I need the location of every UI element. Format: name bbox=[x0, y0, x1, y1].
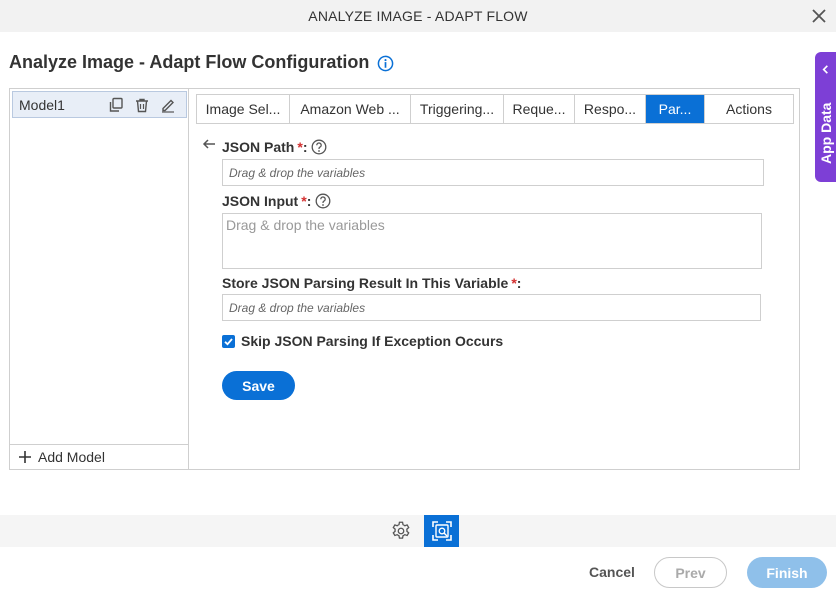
configuration-panel: Model1 Add Model Image Sel... Amazon Web… bbox=[9, 88, 800, 470]
tab-request[interactable]: Reque... bbox=[504, 95, 575, 123]
tab-response[interactable]: Respo... bbox=[575, 95, 646, 123]
json-path-label: JSON Path *: bbox=[222, 139, 327, 155]
label-colon: : bbox=[516, 275, 522, 291]
save-button[interactable]: Save bbox=[222, 371, 295, 400]
store-result-label-text: Store JSON Parsing Result In This Variab… bbox=[222, 275, 509, 291]
analyze-image-button[interactable] bbox=[424, 515, 459, 547]
back-arrow-icon[interactable] bbox=[202, 137, 216, 151]
page-title: Analyze Image - Adapt Flow Configuration bbox=[9, 52, 370, 72]
info-icon[interactable] bbox=[377, 55, 394, 72]
help-icon[interactable] bbox=[315, 193, 331, 209]
json-input-textarea[interactable]: Drag & drop the variables bbox=[222, 213, 762, 269]
model-list: Model1 Add Model bbox=[10, 89, 189, 469]
tab-parse[interactable]: Par... bbox=[646, 95, 705, 123]
skip-exception-checkbox[interactable]: Skip JSON Parsing If Exception Occurs bbox=[222, 333, 503, 349]
bottom-toolbar bbox=[0, 515, 836, 547]
gear-icon[interactable] bbox=[390, 520, 412, 542]
json-input-label: JSON Input *: bbox=[222, 193, 331, 209]
delete-icon[interactable] bbox=[134, 97, 150, 113]
label-colon: : bbox=[302, 139, 308, 155]
tab-amazon-web-services[interactable]: Amazon Web ... bbox=[290, 95, 411, 123]
plus-icon bbox=[19, 451, 31, 463]
skip-exception-label: Skip JSON Parsing If Exception Occurs bbox=[241, 333, 504, 349]
copy-icon[interactable] bbox=[108, 97, 124, 113]
help-icon[interactable] bbox=[311, 139, 327, 155]
tab-triggering[interactable]: Triggering... bbox=[411, 95, 504, 123]
tab-image-selection[interactable]: Image Sel... bbox=[197, 95, 290, 123]
store-result-input[interactable]: Drag & drop the variables bbox=[222, 294, 761, 321]
json-path-label-text: JSON Path bbox=[222, 139, 295, 155]
check-icon bbox=[224, 337, 233, 346]
close-icon[interactable] bbox=[810, 7, 828, 25]
finish-button[interactable]: Finish bbox=[747, 557, 827, 588]
app-data-label: App Data bbox=[818, 102, 834, 164]
label-colon: : bbox=[306, 193, 312, 209]
model-name: Model1 bbox=[19, 96, 65, 113]
checkbox-checked[interactable] bbox=[222, 334, 235, 348]
model-item[interactable]: Model1 bbox=[12, 91, 187, 118]
json-input-label-text: JSON Input bbox=[222, 193, 299, 209]
app-data-panel-toggle[interactable]: App Data bbox=[815, 52, 836, 182]
prev-button[interactable]: Prev bbox=[654, 557, 727, 588]
chevron-left-icon bbox=[822, 65, 828, 74]
window-title: ANALYZE IMAGE - ADAPT FLOW bbox=[308, 8, 528, 24]
tab-actions[interactable]: Actions bbox=[705, 95, 793, 123]
cancel-button[interactable]: Cancel bbox=[588, 558, 636, 586]
edit-icon[interactable] bbox=[160, 97, 176, 113]
store-result-label: Store JSON Parsing Result In This Variab… bbox=[222, 275, 521, 291]
tab-bar: Image Sel... Amazon Web ... Triggering..… bbox=[196, 94, 794, 124]
json-path-input[interactable]: Drag & drop the variables bbox=[222, 159, 764, 186]
add-model-button[interactable]: Add Model bbox=[10, 444, 188, 469]
title-bar: ANALYZE IMAGE - ADAPT FLOW bbox=[0, 0, 836, 32]
add-model-label: Add Model bbox=[38, 449, 105, 465]
page-heading: Analyze Image - Adapt Flow Configuration bbox=[9, 52, 394, 73]
image-scan-icon bbox=[431, 521, 452, 541]
